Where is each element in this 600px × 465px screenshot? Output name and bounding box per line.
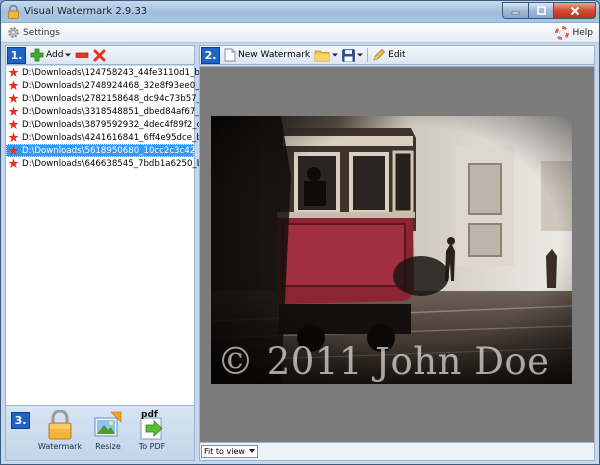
step-2-badge: 2.	[201, 46, 220, 64]
image-preview-area[interactable]: © 2011 John Doe	[199, 66, 595, 443]
resize-action-label: Resize	[95, 442, 121, 451]
pdf-icon-text: pdf	[141, 410, 158, 420]
folder-icon	[314, 50, 330, 61]
dropdown-arrow-icon	[332, 53, 339, 57]
image-file-icon	[8, 106, 19, 116]
help-label: Help	[572, 28, 593, 38]
minus-icon	[76, 52, 89, 58]
to-pdf-action-label: To PDF	[138, 442, 166, 451]
step-1-badge: 1.	[7, 46, 26, 64]
file-row[interactable]: D:\Downloads\646638545_7bdb1a6250_b.jpg	[6, 157, 218, 170]
image-file-icon	[8, 158, 19, 168]
title-bar[interactable]: Visual Watermark 2.9.33	[1, 1, 599, 23]
file-panel: 1. Add D:\Downloads\124758243_44fe3110d1…	[5, 45, 222, 461]
menu-bar: Settings Help	[1, 23, 599, 43]
preview-panel: 2. New Watermark Edit © 2011 John Doe Fi…	[199, 45, 595, 461]
clear-button[interactable]	[93, 49, 106, 62]
gear-icon	[8, 27, 19, 38]
image-file-icon	[8, 93, 19, 103]
file-row[interactable]: D:\Downloads\124758243_44fe3110d1_b.jpg	[6, 66, 216, 79]
app-window: Visual Watermark 2.9.33 Settings Help 1.…	[0, 0, 600, 465]
file-path: D:\Downloads\646638545_7bdb1a6250_b.jpg	[22, 158, 219, 169]
maximize-icon	[536, 6, 546, 15]
chevron-down-icon	[249, 449, 255, 453]
save-watermark-button[interactable]	[342, 48, 364, 62]
minimize-button[interactable]	[502, 2, 528, 19]
file-row[interactable]: D:\Downloads\4241616841_6ff4e95dce_b.jpg	[6, 131, 218, 144]
settings-label: Settings	[23, 27, 60, 38]
step-3-badge: 3.	[11, 412, 30, 429]
resize-action-button[interactable]: Resize	[83, 410, 133, 451]
file-row[interactable]: D:\Downloads\2782158648_dc94c73b57_o.jpg	[6, 92, 222, 105]
add-label: Add	[46, 50, 64, 60]
window-title: Visual Watermark 2.9.33	[24, 6, 148, 17]
file-toolbar: 1. Add	[5, 45, 195, 65]
dropdown-arrow-icon	[357, 53, 364, 57]
watermark-action-button[interactable]: Watermark	[35, 410, 85, 451]
help-lifebuoy-icon	[555, 26, 570, 40]
file-row[interactable]: D:\Downloads\3318548851_dbed84af67_o.jpg	[6, 105, 221, 118]
image-file-icon	[8, 132, 19, 142]
floppy-disk-icon	[342, 48, 355, 62]
watermark-overlay-text: © 2011 John Doe	[217, 340, 550, 383]
close-button[interactable]	[553, 2, 596, 19]
settings-menu[interactable]: Settings	[7, 26, 60, 39]
zoom-select[interactable]: Fit to view	[201, 445, 258, 458]
pencil-icon	[373, 48, 386, 61]
resize-image-icon	[94, 411, 122, 437]
preview-photo: © 2011 John Doe	[211, 116, 572, 384]
file-path: D:\Downloads\3318548851_dbed84af67_o.jpg	[22, 106, 221, 117]
image-file-icon	[8, 145, 19, 155]
maximize-button[interactable]	[528, 2, 553, 19]
lock-icon	[48, 410, 72, 440]
image-file-icon	[8, 67, 19, 77]
file-path: D:\Downloads\4241616841_6ff4e95dce_b.jpg	[22, 132, 218, 143]
edit-watermark-button[interactable]: Edit	[372, 48, 406, 62]
file-row[interactable]: D:\Downloads\3879592932_4dec4f89f2_o.jpg	[6, 118, 218, 131]
file-path: D:\Downloads\124758243_44fe3110d1_b.jpg	[22, 67, 216, 78]
image-file-icon	[8, 119, 19, 129]
new-watermark-button[interactable]: New Watermark	[224, 48, 310, 62]
new-document-icon	[224, 48, 236, 62]
to-pdf-action-button[interactable]: pdf To PDF	[127, 410, 177, 451]
dropdown-arrow-icon	[65, 53, 72, 57]
delete-x-icon	[93, 49, 106, 61]
file-list[interactable]: D:\Downloads\124758243_44fe3110d1_b.jpg …	[5, 66, 222, 441]
watermark-action-label: Watermark	[37, 442, 83, 451]
file-row[interactable]: D:\Downloads\2748924468_32e8f93ee0_o.jpg	[6, 79, 221, 92]
help-menu[interactable]: Help	[555, 26, 593, 40]
add-button[interactable]: Add	[30, 48, 72, 62]
remove-button[interactable]	[75, 48, 89, 62]
new-watermark-label: New Watermark	[238, 50, 311, 60]
pdf-export-icon: pdf	[140, 410, 163, 440]
status-bar: Fit to view	[199, 443, 595, 461]
watermark-toolbar: 2. New Watermark Edit	[199, 45, 595, 65]
image-file-icon	[8, 80, 19, 90]
window-controls	[502, 2, 596, 19]
zoom-value: Fit to view	[204, 447, 245, 456]
close-icon	[570, 6, 579, 15]
minimize-icon	[511, 11, 520, 15]
open-watermark-button[interactable]	[314, 49, 339, 62]
toolbar-separator	[367, 48, 369, 62]
plus-icon	[30, 48, 44, 62]
action-panel: 3. Watermark Resize pdf To PDF	[5, 405, 195, 461]
file-path: D:\Downloads\2782158648_dc94c73b57_o.jpg	[22, 93, 223, 104]
app-lock-icon	[8, 5, 19, 19]
file-row-selected[interactable]: D:\Downloads\5618950680_10cc2c3c42_b.jpg	[6, 144, 221, 157]
file-path: D:\Downloads\2748924468_32e8f93ee0_o.jpg	[22, 80, 221, 91]
edit-label: Edit	[388, 50, 406, 60]
file-path: D:\Downloads\3879592932_4dec4f89f2_o.jpg	[22, 119, 218, 130]
file-path: D:\Downloads\5618950680_10cc2c3c42_b.jpg	[22, 145, 221, 156]
